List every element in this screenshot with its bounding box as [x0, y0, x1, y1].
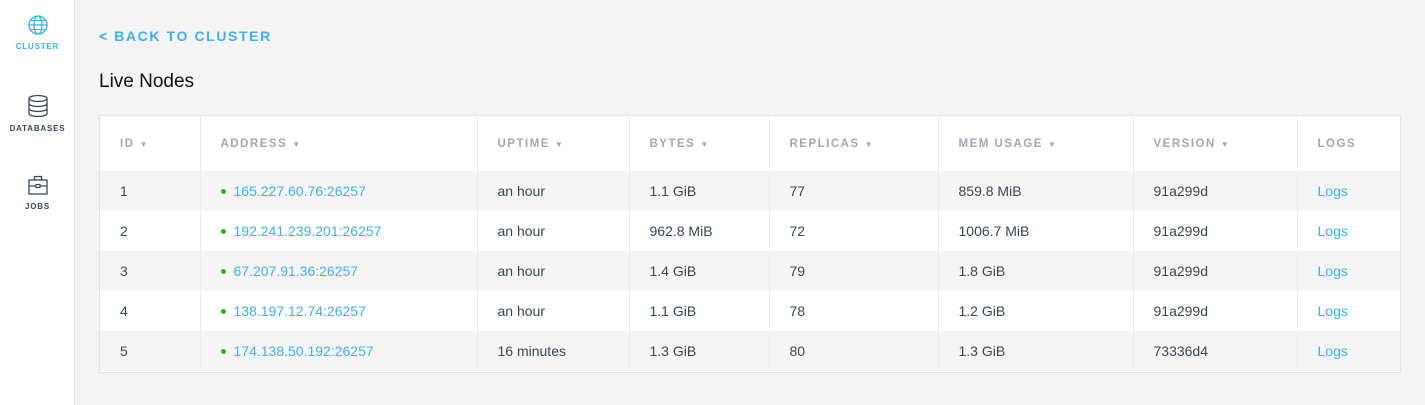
- cell-replicas: 79: [769, 251, 939, 291]
- logs-link[interactable]: Logs: [1318, 183, 1348, 199]
- briefcase-icon: [27, 175, 48, 195]
- live-status-dot: [220, 188, 226, 194]
- cell-logs: Logs: [1297, 251, 1400, 291]
- column-header-label: MEM USAGE: [958, 137, 1043, 150]
- cell-replicas: 80: [769, 331, 939, 371]
- live-status-dot: [220, 228, 226, 234]
- cell-address: 138.197.12.74:26257: [200, 291, 478, 331]
- cell-mem-usage: 1.3 GiB: [938, 331, 1134, 371]
- cell-bytes: 1.1 GiB: [629, 291, 770, 331]
- live-nodes-table: ID ▼ ADDRESS ▼ UPTIME ▼ BYTES ▼ REPLICAS ▼ ME…: [99, 115, 1401, 373]
- sidebar-item-jobs[interactable]: JOBS: [0, 174, 75, 211]
- cell-bytes: 1.3 GiB: [629, 331, 770, 371]
- logs-link[interactable]: Logs: [1318, 343, 1348, 359]
- column-header-label: ID: [120, 137, 135, 150]
- logs-link[interactable]: Logs: [1318, 303, 1348, 319]
- cell-uptime: 16 minutes: [477, 331, 630, 371]
- column-header-label: LOGS: [1317, 137, 1357, 150]
- sidebar-item-cluster[interactable]: CLUSTER: [0, 14, 75, 51]
- live-status-dot: [220, 268, 226, 274]
- table-header-row: ID ▼ ADDRESS ▼ UPTIME ▼ BYTES ▼ REPLICAS ▼ ME…: [100, 116, 1400, 171]
- cell-uptime: an hour: [477, 291, 630, 331]
- node-address-link[interactable]: 67.207.91.36:26257: [234, 263, 359, 279]
- column-header-replicas[interactable]: REPLICAS ▼: [769, 116, 939, 171]
- table-row: 5 174.138.50.192:26257 16 minutes 1.3 Gi…: [100, 331, 1400, 371]
- cell-address: 67.207.91.36:26257: [200, 251, 478, 291]
- cell-uptime: an hour: [477, 251, 630, 291]
- live-status-dot: [220, 308, 226, 314]
- cell-replicas: 78: [769, 291, 939, 331]
- column-header-uptime[interactable]: UPTIME ▼: [477, 116, 630, 171]
- cell-address: 165.227.60.76:26257: [200, 171, 478, 211]
- logs-link[interactable]: Logs: [1318, 263, 1348, 279]
- node-address-link[interactable]: 174.138.50.192:26257: [234, 343, 374, 359]
- cell-uptime: an hour: [477, 171, 630, 211]
- cell-mem-usage: 1006.7 MiB: [938, 211, 1134, 251]
- column-header-label: BYTES: [649, 137, 696, 150]
- cell-id: 1: [100, 171, 201, 211]
- cell-version: 91a299d: [1133, 291, 1298, 331]
- table-row: 3 67.207.91.36:26257 an hour 1.4 GiB 79 …: [100, 251, 1400, 291]
- sort-caret-icon: ▼: [1047, 139, 1056, 149]
- column-header-version[interactable]: VERSION ▼: [1133, 116, 1298, 171]
- cell-uptime: an hour: [477, 211, 630, 251]
- cell-id: 3: [100, 251, 201, 291]
- cell-version: 91a299d: [1133, 171, 1298, 211]
- cell-version: 73336d4: [1133, 331, 1298, 371]
- cell-bytes: 1.1 GiB: [629, 171, 770, 211]
- live-status-dot: [220, 348, 226, 354]
- node-address-link[interactable]: 138.197.12.74:26257: [234, 303, 366, 319]
- cell-bytes: 962.8 MiB: [629, 211, 770, 251]
- cell-replicas: 72: [769, 211, 939, 251]
- cell-address: 192.241.239.201:26257: [200, 211, 478, 251]
- column-header-label: VERSION: [1153, 137, 1216, 150]
- cell-bytes: 1.4 GiB: [629, 251, 770, 291]
- node-address-link[interactable]: 165.227.60.76:26257: [234, 183, 366, 199]
- cell-version: 91a299d: [1133, 211, 1298, 251]
- column-header-label: ADDRESS: [220, 137, 288, 150]
- column-header-address[interactable]: ADDRESS ▼: [200, 116, 478, 171]
- cell-logs: Logs: [1297, 171, 1400, 211]
- sidebar-item-label: JOBS: [25, 202, 50, 211]
- cell-logs: Logs: [1297, 291, 1400, 331]
- cell-mem-usage: 859.8 MiB: [938, 171, 1134, 211]
- logs-link[interactable]: Logs: [1318, 223, 1348, 239]
- sidebar-item-databases[interactable]: DATABASES: [0, 94, 75, 133]
- column-header-label: UPTIME: [497, 137, 550, 150]
- cell-mem-usage: 1.2 GiB: [938, 291, 1134, 331]
- sidebar-item-label: DATABASES: [9, 124, 66, 133]
- table-row: 4 138.197.12.74:26257 an hour 1.1 GiB 78…: [100, 291, 1400, 331]
- table-row: 1 165.227.60.76:26257 an hour 1.1 GiB 77…: [100, 171, 1400, 211]
- sort-caret-icon: ▼: [139, 139, 148, 149]
- sidebar: CLUSTER DATABASES JOBS: [0, 0, 75, 405]
- column-header-label: REPLICAS: [789, 137, 860, 150]
- column-header-mem-usage[interactable]: MEM USAGE ▼: [938, 116, 1134, 171]
- cell-id: 5: [100, 331, 201, 371]
- main-content: < BACK TO CLUSTER Live Nodes ID ▼ ADDRESS…: [75, 0, 1425, 405]
- cell-replicas: 77: [769, 171, 939, 211]
- back-to-cluster-link[interactable]: < BACK TO CLUSTER: [99, 28, 272, 44]
- column-header-logs: LOGS: [1297, 116, 1400, 171]
- cell-logs: Logs: [1297, 331, 1400, 371]
- sort-caret-icon: ▼: [292, 139, 301, 149]
- sort-caret-icon: ▼: [1220, 139, 1229, 149]
- sort-caret-icon: ▼: [700, 139, 709, 149]
- cell-mem-usage: 1.8 GiB: [938, 251, 1134, 291]
- column-header-id[interactable]: ID ▼: [100, 116, 201, 171]
- sort-caret-icon: ▼: [864, 139, 873, 149]
- cell-version: 91a299d: [1133, 251, 1298, 291]
- node-address-link[interactable]: 192.241.239.201:26257: [234, 223, 382, 239]
- table-row: 2 192.241.239.201:26257 an hour 962.8 Mi…: [100, 211, 1400, 251]
- sort-caret-icon: ▼: [554, 139, 563, 149]
- cell-id: 4: [100, 291, 201, 331]
- cell-logs: Logs: [1297, 211, 1400, 251]
- database-icon: [27, 94, 48, 118]
- sidebar-item-label: CLUSTER: [15, 42, 60, 51]
- cell-address: 174.138.50.192:26257: [200, 331, 478, 371]
- column-header-bytes[interactable]: BYTES ▼: [629, 116, 770, 171]
- cell-id: 2: [100, 211, 201, 251]
- page-title: Live Nodes: [99, 71, 195, 92]
- globe-icon: [27, 15, 48, 35]
